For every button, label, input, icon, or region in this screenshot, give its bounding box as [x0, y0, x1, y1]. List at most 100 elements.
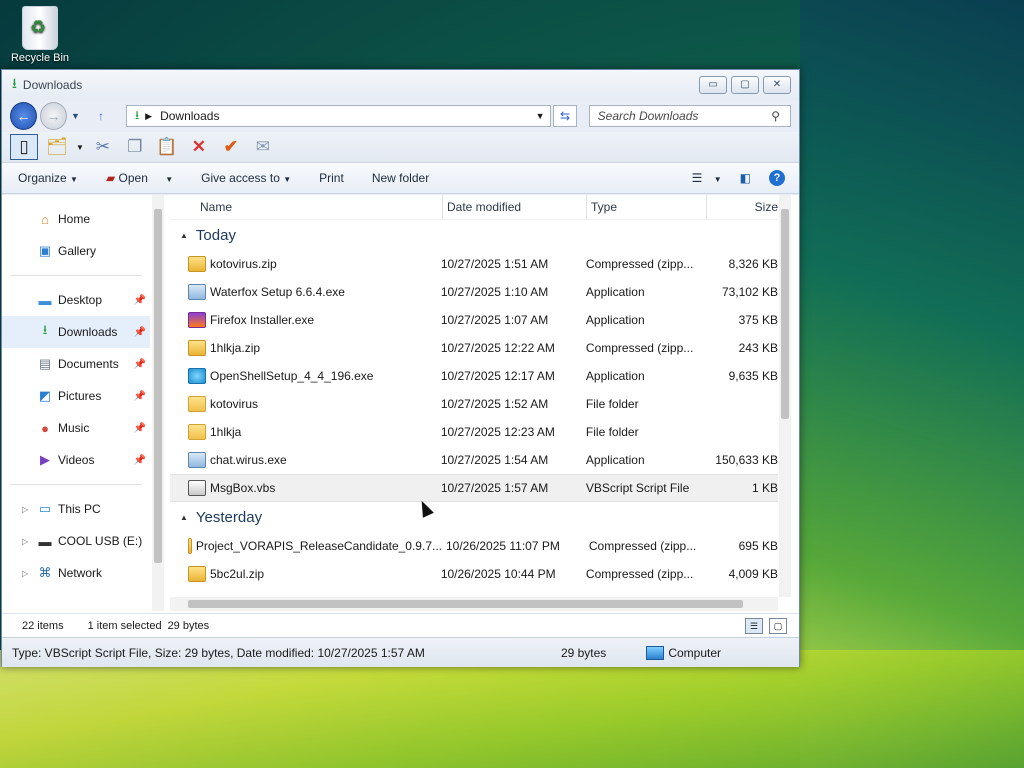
file-row[interactable]: kotovirus 10/27/2025 1:52 AM File folder — [170, 390, 778, 418]
file-list: Name Date modified Type Size ▲ Today kotov… — [170, 195, 778, 597]
view-options-button[interactable]: ☰ ▼ — [692, 171, 722, 185]
file-name: MsgBox.vbs — [210, 481, 276, 495]
sidebar-item-downloads[interactable]: ⭳ Downloads 📌 — [2, 316, 150, 348]
column-size[interactable]: Size — [706, 195, 778, 219]
file-type: Compressed (zipp... — [585, 341, 694, 355]
properties-button[interactable]: 🗂 — [44, 135, 70, 159]
help-button[interactable]: ? — [769, 170, 785, 186]
search-placeholder: Search Downloads — [597, 109, 699, 123]
file-row[interactable]: 1hlkja 10/27/2025 12:23 AM File folder — [170, 418, 778, 446]
nav-separator — [10, 484, 142, 485]
item-count: 22 items — [22, 620, 64, 632]
delete-button[interactable]: ✕ — [186, 135, 212, 159]
zip-file-icon — [188, 340, 206, 356]
nav-scrollbar[interactable] — [152, 195, 164, 611]
close-button[interactable]: ✕ — [763, 76, 791, 94]
file-type: Application — [585, 313, 645, 327]
videos-icon: ▶ — [40, 452, 50, 467]
sidebar-item-music[interactable]: ● Music 📌 — [2, 412, 150, 444]
give-access-menu[interactable]: Give access to ▼ — [201, 171, 291, 185]
file-name: kotovirus.zip — [210, 257, 277, 271]
address-bar[interactable]: ⭳ ▶ Downloads ▼ — [125, 105, 552, 127]
horizontal-scrollbar[interactable] — [170, 597, 778, 611]
file-row[interactable]: Project_VORAPIS_ReleaseCandidate_0.9.7..… — [170, 532, 778, 560]
open-menu[interactable]: ▰ Open ▼ — [106, 171, 173, 185]
desktop-icon: ▬ — [38, 292, 52, 308]
expand-chevron-icon[interactable]: ▷ — [22, 569, 28, 578]
search-icon[interactable]: ⚲ — [771, 109, 780, 123]
file-row[interactable]: Waterfox Setup 6.6.4.exe 10/27/2025 1:10 … — [170, 278, 778, 306]
sidebar-item-home[interactable]: ⌂ Home — [2, 203, 150, 235]
details-view-button[interactable]: ☰ — [745, 618, 763, 634]
file-list-scrollbar[interactable] — [779, 195, 791, 597]
sidebar-item-cool-usb-e[interactable]: ▷ ▬ COOL USB (E:) — [2, 525, 150, 557]
file-date: 10/27/2025 1:51 AM — [440, 257, 549, 271]
recent-locations-icon[interactable]: ▼ — [71, 111, 80, 121]
scissors-icon: ✂ — [95, 137, 111, 156]
toolbar-icons: ▯ 🗂 ▼ ✂ ❐ 📋 ✕ ✔ ✉ — [2, 132, 799, 163]
group-header[interactable]: ▲ Yesterday — [170, 502, 778, 532]
chevron-down-icon[interactable]: ▼ — [536, 111, 545, 121]
file-scroll-thumb[interactable] — [781, 209, 789, 419]
file-row[interactable]: OpenShellSetup_4_4_196.exe 10/27/2025 12:… — [170, 362, 778, 390]
file-size: 243 KB — [738, 341, 778, 355]
column-type[interactable]: Type — [586, 195, 706, 219]
file-date: 10/27/2025 1:07 AM — [440, 313, 549, 327]
file-row[interactable]: 5bc2ul.zip 10/26/2025 10:44 PM Compressed … — [170, 560, 778, 588]
file-row[interactable]: Firefox Installer.exe 10/27/2025 1:07 AM A… — [170, 306, 778, 334]
file-row[interactable]: chat.wirus.exe 10/27/2025 1:54 AM Applicat… — [170, 446, 778, 474]
horizontal-scroll-thumb[interactable] — [188, 600, 743, 608]
sidebar-item-label: Documents — [58, 357, 119, 371]
new-folder-button[interactable]: New folder — [372, 171, 429, 185]
nav-scroll-thumb[interactable] — [154, 209, 162, 563]
sidebar-item-gallery[interactable]: ▣ Gallery — [2, 235, 150, 267]
file-name: 5bc2ul.zip — [210, 567, 265, 581]
search-input[interactable]: Search Downloads ⚲ — [588, 105, 792, 127]
large-icons-view-button[interactable]: ▢ — [769, 618, 787, 634]
paste-button[interactable]: 📋 — [154, 135, 180, 159]
sidebar-item-documents[interactable]: ▤ Documents 📌 — [2, 348, 150, 380]
file-row[interactable]: kotovirus.zip 10/27/2025 1:51 AM Compresse… — [170, 250, 778, 278]
sidebar-item-this-pc[interactable]: ▷ ▭ This PC — [2, 493, 150, 525]
expand-chevron-icon[interactable]: ▷ — [22, 505, 28, 514]
file-row[interactable]: 1hlkja.zip 10/27/2025 12:22 AM Compressed … — [170, 334, 778, 362]
network-icon: ⌘ — [38, 565, 52, 580]
title-bar[interactable]: ⭳ Downloads ▭ ▢ ✕ — [2, 70, 799, 100]
file-row[interactable]: MsgBox.vbs 10/27/2025 1:57 AM VBScript Scr… — [170, 474, 778, 502]
recycle-bin-shortcut[interactable]: ♻ Recycle Bin — [6, 6, 74, 64]
sidebar-item-desktop[interactable]: ▬ Desktop 📌 — [2, 284, 150, 316]
details-view-icon: ☰ — [749, 621, 759, 631]
maximize-button[interactable]: ▢ — [731, 76, 759, 94]
expand-chevron-icon[interactable]: ▷ — [22, 537, 28, 546]
list-view-icon: ☰ — [691, 171, 703, 185]
minimize-button[interactable]: ▭ — [699, 76, 727, 94]
refresh-button[interactable]: ⇆ — [553, 105, 577, 127]
group-label: Yesterday — [195, 508, 263, 526]
rename-button[interactable]: ✔ — [218, 135, 244, 159]
column-name[interactable]: Name — [170, 195, 442, 219]
file-date: 10/27/2025 1:57 AM — [440, 481, 549, 495]
navigation-pane-button[interactable]: ▯ — [10, 134, 38, 160]
column-date-modified[interactable]: Date modified — [442, 195, 586, 219]
sidebar-item-pictures[interactable]: ◩ Pictures 📌 — [2, 380, 150, 412]
pin-icon: 📌 — [133, 326, 146, 338]
print-button[interactable]: Print — [319, 171, 344, 185]
sidebar-item-videos[interactable]: ▶ Videos 📌 — [2, 444, 150, 476]
downloads-icon: ⭳ — [134, 107, 140, 122]
chevron-down-icon[interactable]: ▼ — [76, 143, 84, 152]
file-date: 10/26/2025 10:44 PM — [440, 567, 556, 581]
group-header[interactable]: ▲ Today — [170, 220, 778, 250]
sidebar-item-network[interactable]: ▷ ⌘ Network — [2, 557, 150, 589]
share-button[interactable]: ✉ — [250, 135, 276, 159]
large-icons-icon: ▢ — [773, 621, 783, 631]
home-icon: ⌂ — [41, 211, 49, 227]
back-button[interactable]: ← — [10, 102, 38, 130]
sidebar-item-label: Home — [58, 212, 91, 226]
app-file-icon — [188, 284, 206, 300]
forward-button[interactable]: → — [40, 102, 68, 130]
up-arrow-icon[interactable]: ↑ — [98, 109, 104, 123]
preview-pane-button[interactable]: ◧ — [740, 171, 751, 185]
copy-button[interactable]: ❐ — [122, 135, 148, 159]
cut-button[interactable]: ✂ — [90, 135, 116, 159]
organize-menu[interactable]: Organize ▼ — [18, 171, 78, 185]
